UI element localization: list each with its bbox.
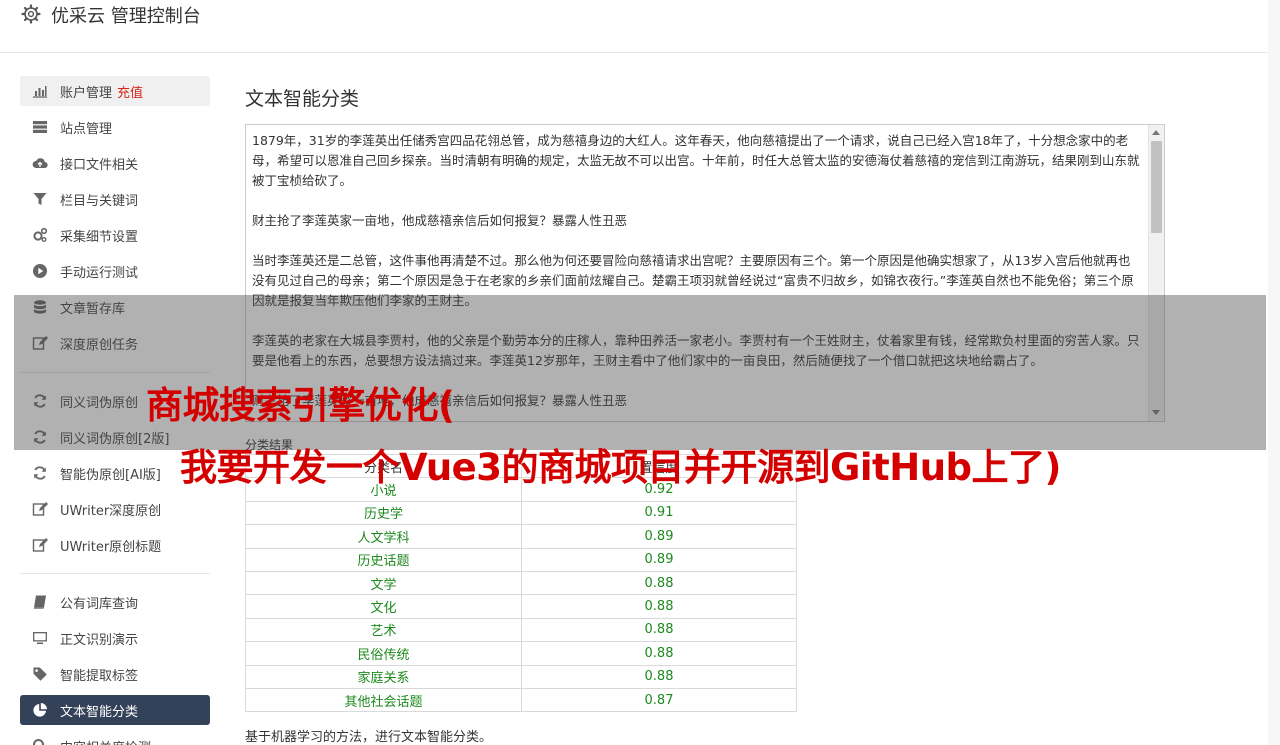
confidence-cell: 0.87 xyxy=(521,687,797,713)
table-row: 其他社会话题 0.87 xyxy=(245,687,797,713)
table-row: 历史话题 0.89 xyxy=(245,547,797,572)
bar-chart-icon xyxy=(31,82,49,100)
overlay-headline-line2: 我要开发一个Vue3的商城项目并开源到GitHub上了) xyxy=(180,446,1061,489)
page-title: 文本智能分类 xyxy=(245,88,360,110)
category-cell: 家庭关系 xyxy=(245,664,522,689)
sidebar-item-label: 正文识别演示 xyxy=(60,632,139,648)
sidebar-item-text-recognition[interactable]: 正文识别演示 xyxy=(20,623,210,653)
sidebar-item-account[interactable]: 账户管理 充值 xyxy=(20,76,210,106)
window-edge xyxy=(1268,0,1280,745)
sidebar-item-uwriter-deep[interactable]: UWriter深度原创 xyxy=(20,494,210,524)
sidebar-item-uwriter-title[interactable]: UWriter原创标题 xyxy=(20,530,210,560)
table-row: 家庭关系 0.88 xyxy=(245,664,797,689)
sidebar-item-public-lexicon[interactable]: 公有词库查询 xyxy=(20,587,210,617)
refresh-icon xyxy=(31,464,49,482)
category-cell: 历史学 xyxy=(245,500,522,526)
overlay-headline-line1: 商城搜索引擎优化( xyxy=(146,384,455,427)
pie-chart-icon xyxy=(31,701,49,719)
sidebar-item-label: 智能提取标签 xyxy=(60,668,139,684)
sidebar-item-label: 账户管理 xyxy=(60,85,113,101)
classification-table: 分类名 置信度 小说 0.92 历史学 0.91 人文学科 0.89 历史话题 0.89… xyxy=(245,453,797,713)
sidebar-item-label: 手动运行测试 xyxy=(60,265,139,281)
category-cell: 艺术 xyxy=(245,617,522,643)
app-title: 优采云 管理控制台 xyxy=(51,6,201,27)
sidebar-item-label: 站点管理 xyxy=(60,121,113,137)
sidebar-item-label: 接口文件相关 xyxy=(60,157,139,173)
edit-icon xyxy=(31,536,49,554)
confidence-cell: 0.89 xyxy=(521,524,797,549)
tag-icon xyxy=(31,665,49,683)
category-cell: 文学 xyxy=(245,570,522,596)
category-cell: 民俗传统 xyxy=(245,641,522,666)
edit-icon xyxy=(31,500,49,518)
sidebar-item-label: 采集细节设置 xyxy=(60,229,139,245)
category-cell: 其他社会话题 xyxy=(245,687,522,713)
search-icon xyxy=(31,737,49,745)
monitor-icon xyxy=(31,629,49,647)
sidebar-item-label: UWriter原创标题 xyxy=(60,539,162,555)
recharge-link[interactable]: 充值 xyxy=(117,82,143,101)
confidence-cell: 0.88 xyxy=(521,570,797,596)
category-cell: 历史话题 xyxy=(245,547,522,572)
gear-icon xyxy=(21,4,41,24)
sidebar-item-collect-settings[interactable]: 采集细节设置 xyxy=(20,220,210,250)
filter-icon xyxy=(31,190,49,208)
table-row: 文化 0.88 xyxy=(245,594,797,619)
sidebar-item-label: 公有词库查询 xyxy=(60,596,139,612)
confidence-cell: 0.88 xyxy=(521,641,797,666)
server-icon xyxy=(31,118,49,136)
sidebar-item-label: UWriter深度原创 xyxy=(60,503,162,519)
confidence-cell: 0.88 xyxy=(521,594,797,619)
sidebar-item-columns-keywords[interactable]: 栏目与关键词 xyxy=(20,184,210,214)
sidebar-divider xyxy=(20,573,210,574)
top-bar: 优采云 管理控制台 xyxy=(0,0,1268,53)
category-cell: 文化 xyxy=(245,594,522,619)
scroll-thumb[interactable] xyxy=(1151,141,1162,233)
sidebar-item-label: 内容相关度检测 xyxy=(60,737,151,745)
confidence-cell: 0.88 xyxy=(521,617,797,643)
table-row: 历史学 0.91 xyxy=(245,500,797,526)
confidence-cell: 0.89 xyxy=(521,547,797,572)
sidebar-item-label: 栏目与关键词 xyxy=(60,193,139,209)
category-cell: 人文学科 xyxy=(245,524,522,549)
play-circle-icon xyxy=(31,262,49,280)
book-icon xyxy=(31,593,49,611)
sidebar-item-sites[interactable]: 站点管理 xyxy=(20,112,210,142)
confidence-cell: 0.88 xyxy=(521,664,797,689)
table-row: 文学 0.88 xyxy=(245,570,797,596)
table-row: 艺术 0.88 xyxy=(245,617,797,643)
confidence-cell: 0.91 xyxy=(521,500,797,526)
cogs-icon xyxy=(31,226,49,244)
scroll-up-arrow-icon[interactable] xyxy=(1152,130,1160,135)
table-row: 人文学科 0.89 xyxy=(245,524,797,549)
sidebar-item-relevance-check[interactable]: 内容相关度检测 xyxy=(20,731,210,745)
sidebar-item-extract-tags[interactable]: 智能提取标签 xyxy=(20,659,210,689)
cloud-upload-icon xyxy=(31,154,49,172)
table-row: 民俗传统 0.88 xyxy=(245,641,797,666)
sidebar-item-label: 文本智能分类 xyxy=(60,704,139,720)
sidebar-item-text-classify[interactable]: 文本智能分类 xyxy=(20,695,210,725)
footnote: 基于机器学习的方法，进行文本智能分类。 xyxy=(245,730,493,745)
sidebar-item-interface-files[interactable]: 接口文件相关 xyxy=(20,148,210,178)
sidebar-item-manual-run[interactable]: 手动运行测试 xyxy=(20,256,210,286)
sidebar-item-label: 智能伪原创[AI版] xyxy=(60,467,161,483)
